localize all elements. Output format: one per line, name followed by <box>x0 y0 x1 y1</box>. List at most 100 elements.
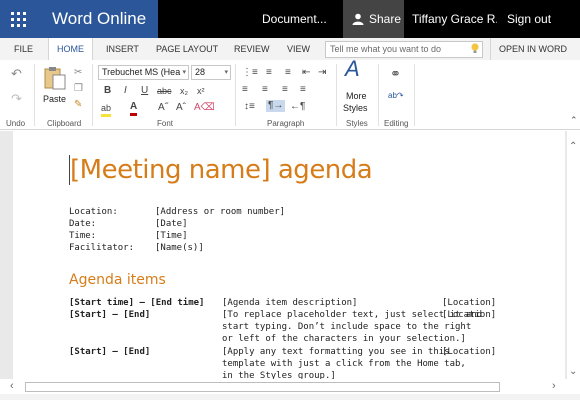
detail-label[interactable]: Facilitator: <box>69 242 134 254</box>
multilevel-list-icon[interactable]: ≡ <box>285 67 291 79</box>
shrink-font-icon[interactable]: A˝ <box>158 102 168 114</box>
scroll-right-icon[interactable]: › <box>552 380 556 392</box>
bold-icon[interactable]: B <box>104 85 111 97</box>
replace-icon[interactable]: ab↷ <box>388 90 404 102</box>
open-in-word-button[interactable]: OPEN IN WORD <box>490 38 567 60</box>
ribbon: ↶ ↷ Undo Paste ✂ ❐ ✎ Clipboard Trebuchet… <box>0 58 580 130</box>
decrease-indent-icon[interactable]: ⇤ <box>302 67 310 79</box>
font-color-icon[interactable]: A <box>130 101 138 116</box>
copy-icon[interactable]: ❐ <box>74 83 83 95</box>
bullets-icon[interactable]: ⋮≡ <box>242 67 258 79</box>
align-left-icon[interactable]: ≡ <box>242 84 248 96</box>
paragraph-group-label: Paragraph <box>267 119 305 128</box>
align-right-icon[interactable]: ≡ <box>282 84 288 96</box>
subscript-icon[interactable]: x₂ <box>180 85 188 97</box>
styles-icon[interactable]: A <box>345 58 360 80</box>
ribbon-divider <box>336 64 337 126</box>
tab-file[interactable]: FILE <box>14 38 33 60</box>
agenda-location[interactable]: [Location] <box>442 309 496 321</box>
more-styles-label-1[interactable]: More <box>346 90 367 102</box>
detail-value[interactable]: [Name(s)] <box>155 242 204 254</box>
detail-label[interactable]: Date: <box>69 218 96 230</box>
italic-icon[interactable]: I <box>124 85 127 97</box>
agenda-location[interactable]: [Location] <box>442 346 496 358</box>
align-center-icon[interactable]: ≡ <box>262 84 268 96</box>
paste-icon[interactable] <box>44 66 66 90</box>
ribbon-divider <box>378 64 379 126</box>
detail-value[interactable]: [Date] <box>155 218 188 230</box>
numbering-icon[interactable]: ≡ <box>266 67 272 79</box>
scroll-up-icon[interactable]: ⌃ <box>569 141 577 152</box>
font-size-combo[interactable]: 28 ▾ <box>191 65 231 80</box>
tab-review[interactable]: REVIEW <box>234 38 270 60</box>
agenda-description[interactable]: template with just a click from the Home… <box>222 358 466 370</box>
find-icon[interactable]: ⚭ <box>390 67 401 80</box>
undo-icon[interactable]: ↶ <box>11 67 22 80</box>
title-bar: Word Online Document... Share Tiffany Gr… <box>0 0 580 38</box>
font-size-value: 28 <box>195 67 206 77</box>
paste-label[interactable]: Paste <box>43 93 66 105</box>
agenda-description[interactable]: [Agenda item description] <box>222 297 357 309</box>
justify-icon[interactable]: ≡ <box>300 84 306 96</box>
tab-view[interactable]: VIEW <box>287 38 310 60</box>
redo-icon[interactable]: ↷ <box>11 92 22 105</box>
detail-label[interactable]: Time: <box>69 230 96 242</box>
agenda-time[interactable]: [Start time] — [End time] <box>69 297 204 309</box>
undo-group-label: Undo <box>6 119 26 128</box>
agenda-time[interactable]: [Start] — [End] <box>69 346 150 358</box>
lightbulb-icon <box>471 43 479 53</box>
line-spacing-icon[interactable]: ↕≡ <box>244 101 255 113</box>
tab-page-layout[interactable]: PAGE LAYOUT <box>156 38 218 60</box>
agenda-description[interactable]: or left of the characters in your select… <box>222 333 466 345</box>
share-label: Share <box>369 12 402 26</box>
ltr-paragraph-icon[interactable]: ¶→ <box>266 100 286 112</box>
ribbon-divider <box>414 64 415 126</box>
detail-label[interactable]: Location: <box>69 206 118 218</box>
clear-formatting-icon[interactable]: A⌫ <box>194 102 215 114</box>
user-name[interactable]: Tiffany Grace R... <box>412 0 497 38</box>
rtl-paragraph-icon[interactable]: ←¶ <box>290 101 305 113</box>
vertical-scrollbar[interactable]: ⌃ ⌄ <box>567 131 580 385</box>
agenda-heading[interactable]: Agenda items <box>69 272 166 288</box>
app-name[interactable]: Word Online <box>36 0 158 38</box>
agenda-location[interactable]: [Location] <box>442 297 496 309</box>
app-launcher-icon[interactable] <box>0 0 36 38</box>
chevron-down-icon: ▾ <box>224 69 228 76</box>
collapse-ribbon-icon[interactable]: ⌃ <box>570 114 578 126</box>
horizontal-scrollbar[interactable]: ‹ › <box>0 379 567 394</box>
underline-icon[interactable]: U <box>141 85 148 97</box>
detail-value[interactable]: [Address or room number] <box>155 206 285 218</box>
scroll-left-icon[interactable]: ‹ <box>10 380 14 392</box>
format-painter-icon[interactable]: ✎ <box>74 99 82 111</box>
strikethrough-icon[interactable]: abc <box>157 85 172 97</box>
styles-group-label: Styles <box>346 119 368 128</box>
share-button[interactable]: Share <box>343 0 404 38</box>
tab-insert[interactable]: INSERT <box>106 38 139 60</box>
chevron-down-icon: ▾ <box>182 69 186 76</box>
agenda-description[interactable]: start typing. Don’t include space to the… <box>222 321 471 333</box>
agenda-time[interactable]: [Start] — [End] <box>69 309 150 321</box>
document-name[interactable]: Document... <box>262 0 327 38</box>
tab-home[interactable]: HOME <box>48 38 93 60</box>
detail-value[interactable]: [Time] <box>155 230 188 242</box>
font-group-label: Font <box>157 119 174 128</box>
scroll-down-icon[interactable]: ⌄ <box>569 366 577 377</box>
highlight-icon[interactable]: ab <box>101 102 112 117</box>
person-icon <box>352 13 364 25</box>
grow-font-icon[interactable]: Aˆ <box>176 102 186 114</box>
font-name-combo[interactable]: Trebuchet MS (Hea ▾ <box>98 65 189 80</box>
more-styles-label-2[interactable]: Styles <box>343 102 368 114</box>
ribbon-divider <box>34 64 35 126</box>
ribbon-divider <box>92 64 93 126</box>
document-title[interactable]: [Meeting name] agenda <box>70 155 373 185</box>
superscript-icon[interactable]: x² <box>197 85 205 97</box>
editing-group-label: Editing <box>384 119 409 128</box>
clipboard-group-label: Clipboard <box>47 119 82 128</box>
font-name-value: Trebuchet MS (Hea <box>102 67 181 77</box>
increase-indent-icon[interactable]: ⇥ <box>318 67 326 79</box>
tell-me-placeholder: Tell me what you want to do <box>330 44 442 54</box>
scrollbar-thumb[interactable] <box>25 382 500 392</box>
agenda-description[interactable]: [Apply any text formatting you see in th… <box>222 346 450 358</box>
sign-out-link[interactable]: Sign out <box>507 0 551 38</box>
cut-icon[interactable]: ✂ <box>74 67 82 79</box>
